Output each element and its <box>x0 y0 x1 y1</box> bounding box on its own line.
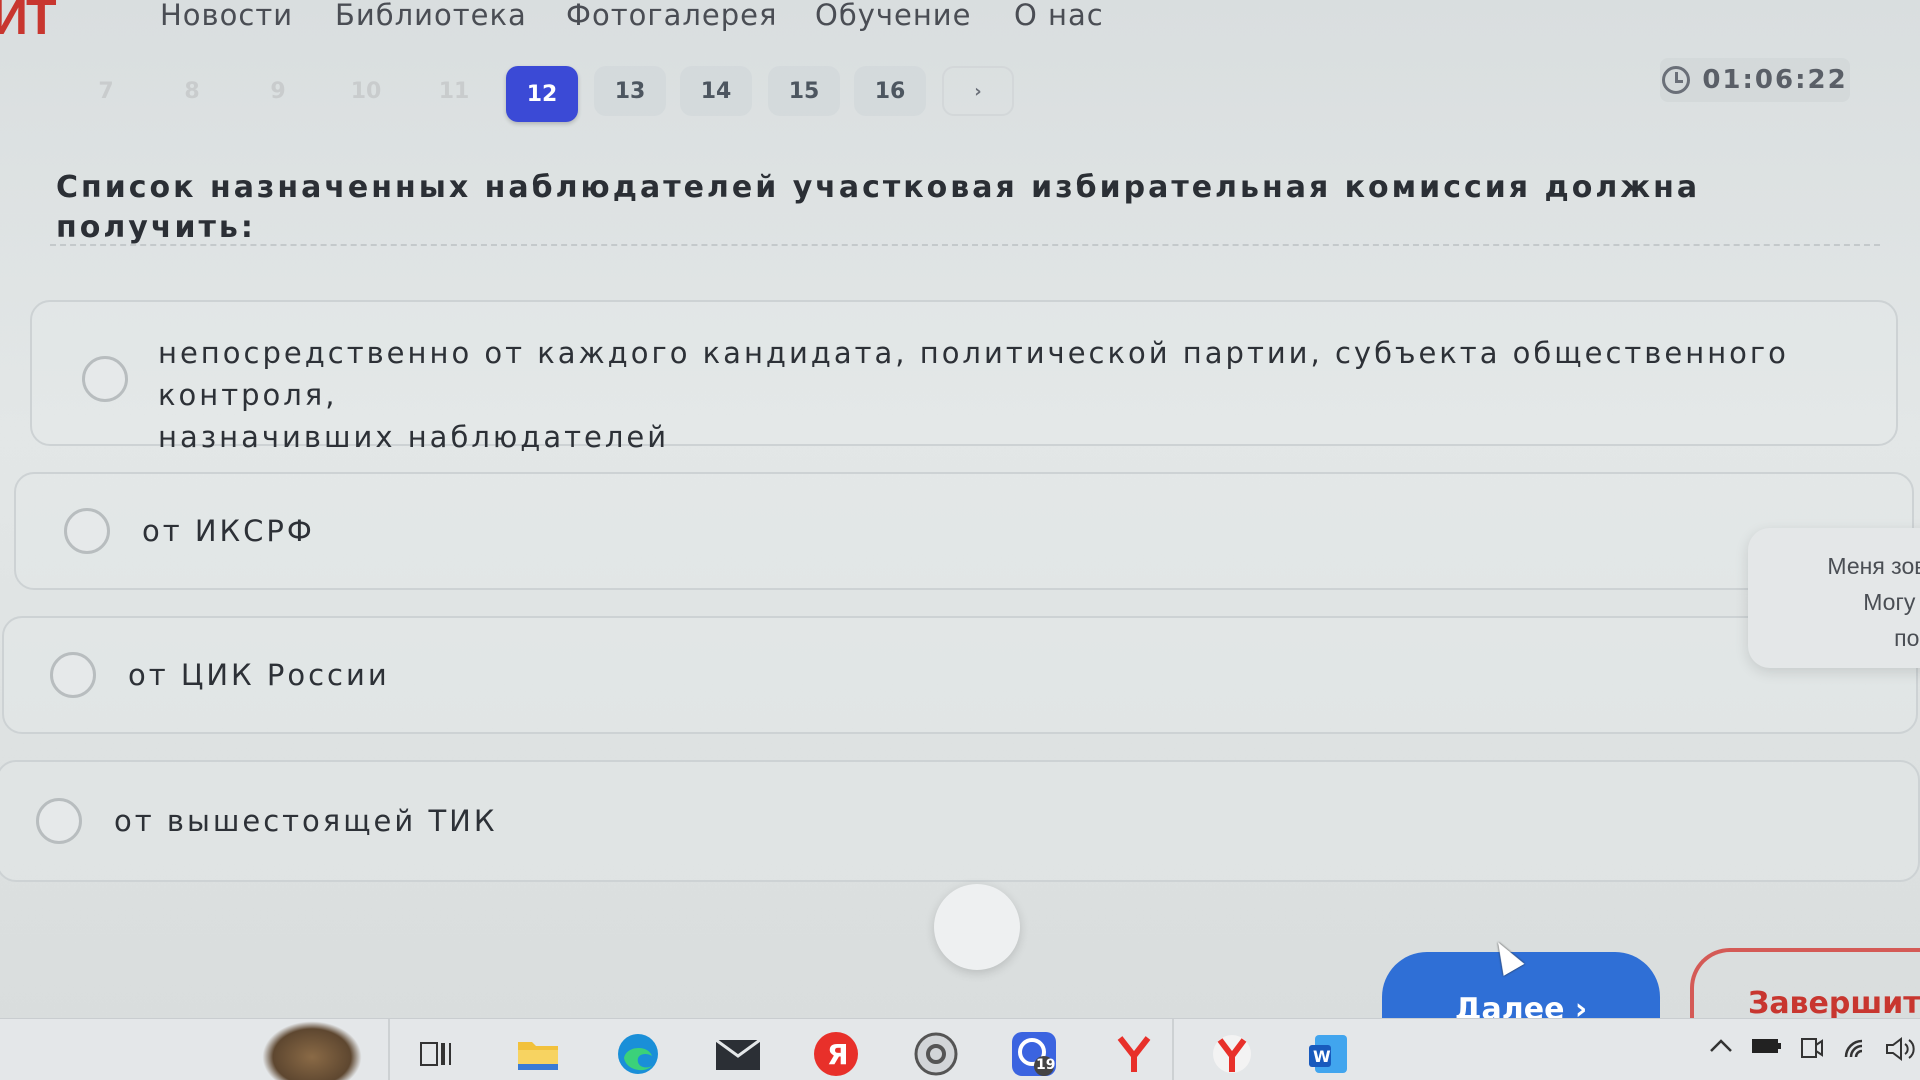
page-button[interactable]: 9 <box>242 66 314 116</box>
yandex-browser-icon[interactable] <box>1208 1031 1256 1077</box>
top-navigation: ИТ Новости Библиотека Фотогалерея Обучен… <box>0 0 1920 45</box>
taskbar: Я 19 W <box>0 1018 1920 1080</box>
page-button[interactable]: 7 <box>70 66 142 116</box>
page-button[interactable]: 10 <box>330 66 402 116</box>
answer-option-3[interactable]: от ЦИК России <box>2 616 1918 734</box>
floating-action-button[interactable] <box>934 884 1020 970</box>
nav-education[interactable]: Обучение <box>815 0 972 32</box>
weather-widget-icon[interactable] <box>262 1021 362 1080</box>
page-button[interactable]: 11 <box>418 66 490 116</box>
divider <box>50 244 1880 246</box>
page-button[interactable]: 13 <box>594 66 666 116</box>
radio-button[interactable] <box>36 798 82 844</box>
radio-button[interactable] <box>64 508 110 554</box>
edge-icon[interactable] <box>614 1031 662 1077</box>
radio-button[interactable] <box>82 356 128 402</box>
radio-button[interactable] <box>50 652 96 698</box>
page-next-button[interactable]: › <box>942 66 1014 116</box>
answer-option-4[interactable]: от вышестоящей ТИК <box>0 760 1920 882</box>
chat-assistant-bubble[interactable]: Меня зовут Могу ли помо <box>1748 528 1920 668</box>
answer-text: от ИКСРФ <box>142 514 315 548</box>
svg-text:W: W <box>1313 1047 1331 1066</box>
notification-badge: 19 <box>1036 1057 1056 1073</box>
wifi-icon[interactable] <box>1842 1035 1872 1067</box>
answer-text: от вышестоящей ТИК <box>114 804 498 838</box>
clock-icon <box>1662 66 1691 94</box>
volume-icon[interactable] <box>1884 1035 1916 1069</box>
page-button[interactable]: 14 <box>680 66 752 116</box>
mail-icon[interactable] <box>714 1031 762 1077</box>
timer-value: 01:06:22 <box>1702 65 1848 95</box>
nav-news[interactable]: Новости <box>160 0 293 32</box>
answer-option-2[interactable]: от ИКСРФ <box>14 472 1914 590</box>
chevron-up-icon[interactable] <box>1708 1035 1734 1061</box>
page-button[interactable]: 15 <box>768 66 840 116</box>
file-explorer-icon[interactable] <box>514 1031 562 1077</box>
timer: 01:06:22 <box>1660 58 1850 102</box>
svg-text:Я: Я <box>827 1038 849 1071</box>
chat-line: помо <box>1894 625 1920 651</box>
answer-text: непосредственно от каждого кандидата, по… <box>158 336 1789 412</box>
chat-line: Могу ли <box>1863 589 1920 615</box>
question-pager: 7 8 9 10 11 12 13 14 15 16 › <box>0 60 1920 122</box>
task-view-icon[interactable] <box>412 1031 460 1077</box>
chat-line: Меня зовут <box>1827 553 1920 579</box>
answer-option-1[interactable]: непосредственно от каждого кандидата, по… <box>30 300 1898 454</box>
battery-icon[interactable] <box>1750 1035 1782 1063</box>
nav-about[interactable]: О нас <box>1014 0 1104 32</box>
nav-photo-gallery[interactable]: Фотогалерея <box>566 0 777 32</box>
yandex-browser-icon[interactable] <box>1110 1031 1158 1077</box>
settings-icon[interactable] <box>912 1031 960 1077</box>
taskbar-separator <box>1172 1019 1174 1080</box>
answer-text: назначивших наблюдателей <box>158 420 670 454</box>
taskbar-separator <box>388 1019 390 1080</box>
site-logo[interactable]: ИТ <box>0 0 57 46</box>
messenger-icon[interactable]: 19 <box>1010 1031 1058 1077</box>
word-icon[interactable]: W <box>1304 1031 1352 1077</box>
yandex-icon[interactable]: Я <box>812 1031 860 1077</box>
webcam-icon[interactable] <box>1798 1035 1826 1069</box>
question-text: Список назначенных наблюдателей участков… <box>56 170 1701 245</box>
page-button-active[interactable]: 12 <box>506 66 578 122</box>
nav-library[interactable]: Библиотека <box>335 0 527 32</box>
answer-text: от ЦИК России <box>128 658 390 692</box>
page-button[interactable]: 16 <box>854 66 926 116</box>
page-button[interactable]: 8 <box>156 66 228 116</box>
